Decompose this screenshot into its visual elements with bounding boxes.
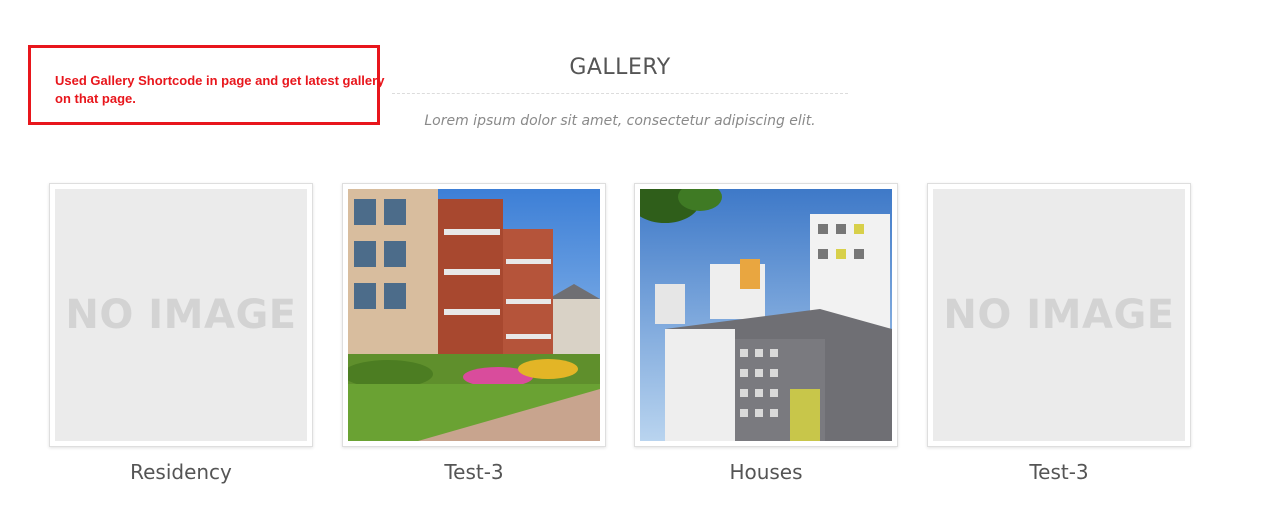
gallery-item-caption[interactable]: Houses xyxy=(634,460,898,484)
placeholder-text: NO IMAGE xyxy=(943,292,1175,338)
apartment-building-photo[interactable] xyxy=(348,189,600,441)
gallery-item-caption[interactable]: Test-3 xyxy=(927,460,1191,484)
gallery-title: GALLERY xyxy=(569,55,671,80)
title-divider xyxy=(392,93,848,94)
gallery-item-test-3-second[interactable]: NO IMAGE xyxy=(927,183,1191,447)
placeholder-text: NO IMAGE xyxy=(65,292,297,338)
no-image-placeholder[interactable]: NO IMAGE xyxy=(933,189,1185,441)
no-image-placeholder[interactable]: NO IMAGE xyxy=(55,189,307,441)
gallery-item-caption[interactable]: Residency xyxy=(49,460,313,484)
gallery-item-caption[interactable]: Test-3 xyxy=(342,460,606,484)
gallery-subtitle: Lorem ipsum dolor sit amet, consectetur … xyxy=(424,113,816,129)
high-rise-buildings-photo[interactable] xyxy=(640,189,892,441)
gallery-item-test-3[interactable] xyxy=(342,183,606,447)
gallery-item-residency[interactable]: NO IMAGE xyxy=(49,183,313,447)
gallery-item-houses[interactable] xyxy=(634,183,898,447)
